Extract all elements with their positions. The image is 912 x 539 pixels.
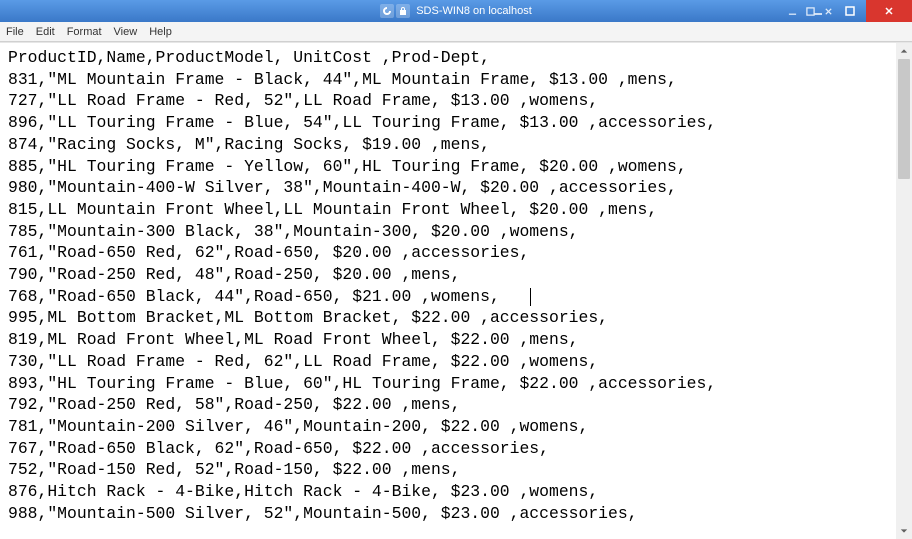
vertical-scrollbar[interactable] (896, 43, 912, 539)
menu-file[interactable]: File (6, 26, 24, 38)
csv-data-line: 790,"Road-250 Red, 48",Road-250, $20.00 … (8, 264, 888, 286)
csv-data-line: 831,"ML Mountain Frame - Black, 44",ML M… (8, 69, 888, 91)
app-window: SDS-WIN8 on localhost File Edit Format V… (0, 0, 912, 539)
csv-data-line: 781,"Mountain-200 Silver, 46",Mountain-2… (8, 416, 888, 438)
csv-data-line: 988,"Mountain-500 Silver, 52",Mountain-5… (8, 503, 888, 525)
titlebar-history-icon (380, 4, 394, 18)
close-button[interactable] (866, 0, 912, 22)
scroll-down-button[interactable] (896, 523, 912, 539)
csv-data-line: 785,"Mountain-300 Black, 38",Mountain-30… (8, 221, 888, 243)
csv-data-line: 730,"LL Road Frame - Red, 62",LL Road Fr… (8, 351, 888, 373)
menu-view[interactable]: View (114, 26, 138, 38)
csv-data-line: 767,"Road-650 Black, 62",Road-650, $22.0… (8, 438, 888, 460)
scroll-up-button[interactable] (896, 43, 912, 59)
menu-edit[interactable]: Edit (36, 26, 55, 38)
editor-area: ProductID,Name,ProductModel, UnitCost ,P… (0, 42, 912, 539)
maximize-button[interactable] (834, 0, 866, 22)
window-title: SDS-WIN8 on localhost (416, 5, 532, 17)
csv-data-line: 893,"HL Touring Frame - Blue, 60",HL Tou… (8, 373, 888, 395)
mdi-minimize-button[interactable] (786, 5, 798, 17)
menu-help[interactable]: Help (149, 26, 172, 38)
csv-data-line: 896,"LL Touring Frame - Blue, 54",LL Tou… (8, 112, 888, 134)
csv-data-line: 727,"LL Road Frame - Red, 52",LL Road Fr… (8, 90, 888, 112)
csv-data-line: 995,ML Bottom Bracket,ML Bottom Bracket,… (8, 307, 888, 329)
text-caret (530, 288, 531, 306)
mdi-maximize-button[interactable] (804, 5, 816, 17)
menu-format[interactable]: Format (67, 26, 102, 38)
csv-data-line: 752,"Road-150 Red, 52",Road-150, $22.00 … (8, 459, 888, 481)
titlebar-lock-icon (396, 4, 410, 18)
mdi-close-button[interactable] (822, 5, 834, 17)
csv-data-line: 885,"HL Touring Frame - Yellow, 60",HL T… (8, 156, 888, 178)
csv-data-line: 874,"Racing Socks, M",Racing Socks, $19.… (8, 134, 888, 156)
csv-data-line: 980,"Mountain-400-W Silver, 38",Mountain… (8, 177, 888, 199)
text-editor[interactable]: ProductID,Name,ProductModel, UnitCost ,P… (0, 43, 896, 539)
csv-header-line: ProductID,Name,ProductModel, UnitCost ,P… (8, 47, 888, 69)
csv-data-line: 761,"Road-650 Red, 62",Road-650, $20.00 … (8, 242, 888, 264)
csv-data-line: 876,Hitch Rack - 4-Bike,Hitch Rack - 4-B… (8, 481, 888, 503)
csv-data-line: 819,ML Road Front Wheel,ML Road Front Wh… (8, 329, 888, 351)
titlebar[interactable]: SDS-WIN8 on localhost (0, 0, 912, 22)
scroll-track[interactable] (896, 59, 912, 523)
csv-data-line: 815,LL Mountain Front Wheel,LL Mountain … (8, 199, 888, 221)
scroll-thumb[interactable] (898, 59, 910, 179)
menubar: File Edit Format View Help (0, 22, 912, 42)
csv-data-line: 768,"Road-650 Black, 44",Road-650, $21.0… (8, 286, 888, 308)
csv-data-line: 792,"Road-250 Red, 58",Road-250, $22.00 … (8, 394, 888, 416)
